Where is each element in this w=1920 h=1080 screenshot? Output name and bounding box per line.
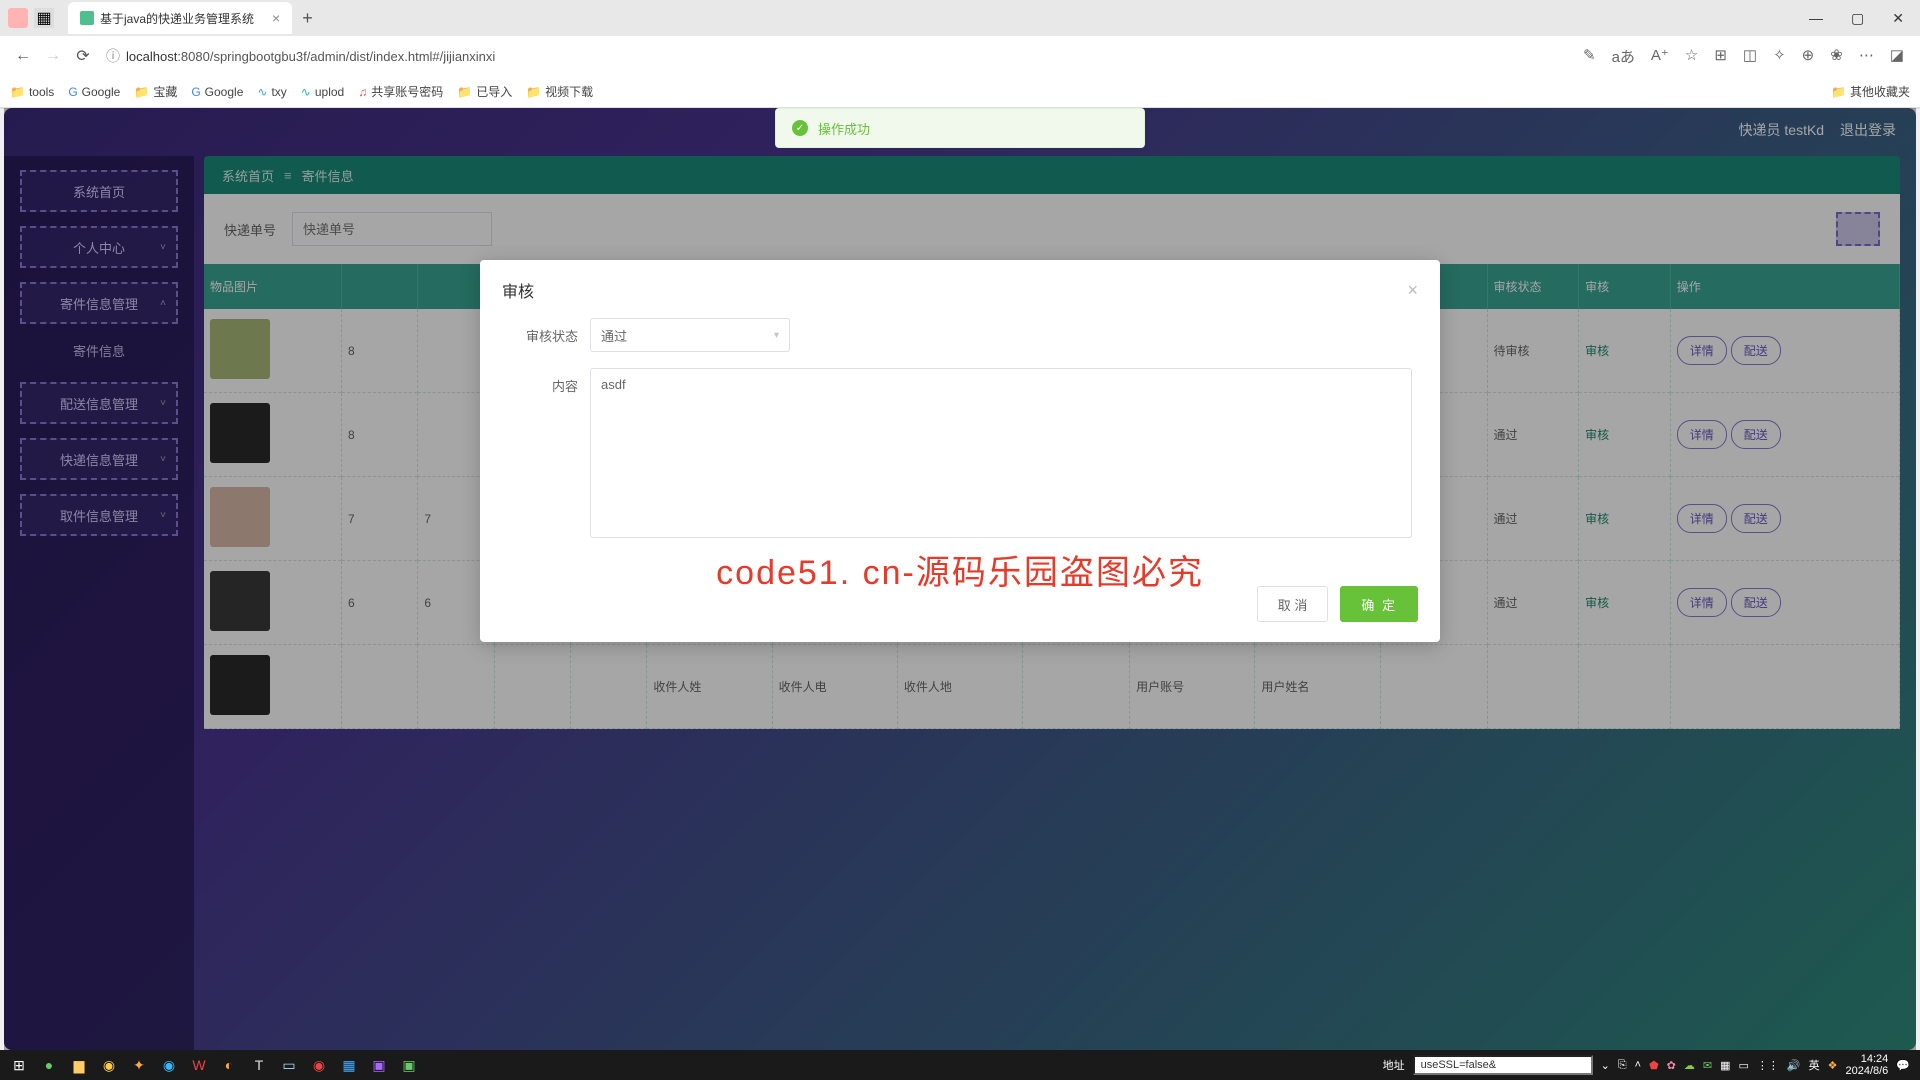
nav-reload-icon[interactable]: ⟳ <box>68 46 98 66</box>
profile-icon[interactable]: ❀ <box>1830 46 1843 67</box>
nav-back-icon[interactable]: ← <box>8 47 38 65</box>
close-tab-icon[interactable]: × <box>272 10 280 26</box>
ime-icon[interactable]: ❖ <box>1828 1059 1838 1072</box>
site-info-icon[interactable]: ⓘ <box>106 46 120 66</box>
close-icon[interactable]: × <box>1407 280 1418 301</box>
audit-modal: 审核 × 审核状态 通过 ▾ 内容 取 消 确 定 <box>480 260 1440 642</box>
tray-icon[interactable]: ✿ <box>1667 1059 1676 1072</box>
audit-content-textarea[interactable] <box>590 368 1412 538</box>
bookmark-other-folder[interactable]: 📁其他收藏夹 <box>1831 83 1910 100</box>
tray-icon[interactable]: ✉ <box>1703 1059 1712 1072</box>
cancel-button[interactable]: 取 消 <box>1257 586 1329 622</box>
favorite-icon[interactable]: ☆ <box>1685 46 1698 67</box>
read-aloud-icon[interactable]: A⁺ <box>1651 46 1669 67</box>
taskbar-app-icon[interactable]: ● <box>34 1052 64 1078</box>
check-circle-icon: ✓ <box>792 120 808 136</box>
taskbar-app-icon[interactable]: T <box>244 1052 274 1078</box>
chrome-icon[interactable]: ◉ <box>94 1052 124 1078</box>
bookmark-item[interactable]: 📁视频下载 <box>526 83 593 100</box>
address-bar: ← → ⟳ ⓘ localhost:8080/springbootgbu3f/a… <box>0 36 1920 76</box>
taskbar-app-icon[interactable]: ▭ <box>274 1052 304 1078</box>
bookmark-item[interactable]: 📁宝藏 <box>134 83 177 100</box>
notifications-icon[interactable]: 💬 <box>1896 1059 1910 1072</box>
edge-icon[interactable]: ◉ <box>154 1052 184 1078</box>
taskbar-dropdown-icon[interactable]: ⌄ <box>1601 1059 1610 1072</box>
taskbar-addr-input[interactable] <box>1413 1055 1593 1075</box>
taskbar-addr-label: 地址 <box>1383 1057 1405 1073</box>
wifi-icon[interactable]: ⋮⋮ <box>1757 1059 1779 1072</box>
more-icon[interactable]: ⋯ <box>1859 46 1874 67</box>
file-explorer-icon[interactable]: ▆ <box>64 1052 94 1078</box>
taskbar-copy-icon[interactable]: ⎘ <box>1618 1059 1627 1072</box>
collections-icon[interactable]: ✧ <box>1773 46 1786 67</box>
downloads-icon[interactable]: ⊕ <box>1802 46 1815 67</box>
windows-taskbar: ⊞ ● ▆ ◉ ✦ ◉ W ◐ T ▭ ◉ ▦ ▣ ▣ 地址 ⌄ ⎘ ˄ ⬟ ✿… <box>0 1050 1920 1080</box>
chevron-down-icon: ▾ <box>774 330 779 341</box>
volume-icon[interactable]: 🔊 <box>1787 1059 1801 1072</box>
tab-overview-icon[interactable]: ▦ <box>34 8 54 28</box>
taskbar-app-icon[interactable]: ▣ <box>394 1052 424 1078</box>
tray-icon[interactable]: ▦ <box>1720 1059 1730 1072</box>
profile-avatar-icon[interactable] <box>8 8 28 28</box>
taskbar-app-icon[interactable]: ◐ <box>214 1052 244 1078</box>
tab-title: 基于java的快递业务管理系统 <box>100 10 254 27</box>
ime-indicator[interactable]: 英 <box>1809 1057 1820 1073</box>
sidebar-toggle-icon[interactable]: ◪ <box>1890 46 1904 67</box>
confirm-button[interactable]: 确 定 <box>1340 586 1418 622</box>
edit-icon[interactable]: ✎ <box>1583 46 1596 67</box>
bookmark-item[interactable]: ∿uplod <box>301 85 344 99</box>
taskbar-app-icon[interactable]: W <box>184 1052 214 1078</box>
vue-logo-icon <box>80 11 94 25</box>
taskbar-app-icon[interactable]: ◉ <box>304 1052 334 1078</box>
content-label: 内容 <box>508 368 578 395</box>
split-screen-icon[interactable]: ◫ <box>1743 46 1757 67</box>
new-tab-button[interactable]: + <box>302 8 313 29</box>
translate-icon[interactable]: aあ <box>1612 46 1635 67</box>
tray-icon[interactable]: ▭ <box>1738 1059 1748 1072</box>
window-close-icon[interactable]: ✕ <box>1892 10 1904 27</box>
tray-chevron-icon[interactable]: ˄ <box>1635 1059 1641 1071</box>
window-minimize-icon[interactable]: — <box>1809 10 1823 27</box>
bookmark-item[interactable]: GGoogle <box>191 85 243 99</box>
taskbar-app-icon[interactable]: ▣ <box>364 1052 394 1078</box>
extensions-icon[interactable]: ⊞ <box>1714 46 1727 67</box>
bookmark-bar: 📁tools GGoogle 📁宝藏 GGoogle ∿txy ∿uplod ♫… <box>0 76 1920 108</box>
bookmark-item[interactable]: 📁tools <box>10 85 54 99</box>
start-button[interactable]: ⊞ <box>4 1052 34 1078</box>
toast-text: 操作成功 <box>818 119 870 138</box>
modal-title: 审核 <box>502 278 534 302</box>
status-label: 审核状态 <box>508 318 578 345</box>
success-toast: ✓ 操作成功 <box>775 108 1145 148</box>
window-maximize-icon[interactable]: ▢ <box>1851 10 1864 27</box>
url-input[interactable]: ⓘ localhost:8080/springbootgbu3f/admin/d… <box>106 41 1575 71</box>
taskbar-app-icon[interactable]: ✦ <box>124 1052 154 1078</box>
taskbar-clock[interactable]: 14:242024/8/6 <box>1845 1053 1888 1077</box>
bookmark-item[interactable]: ♫共享账号密码 <box>358 83 443 100</box>
tray-icon[interactable]: ☁ <box>1684 1059 1695 1072</box>
browser-tab[interactable]: 基于java的快递业务管理系统 × <box>68 2 292 34</box>
taskbar-app-icon[interactable]: ▦ <box>334 1052 364 1078</box>
browser-tab-bar: ▦ 基于java的快递业务管理系统 × + — ▢ ✕ <box>0 0 1920 36</box>
bookmark-item[interactable]: GGoogle <box>68 85 120 99</box>
tray-icon[interactable]: ⬟ <box>1649 1059 1659 1072</box>
bookmark-item[interactable]: ∿txy <box>257 85 286 99</box>
audit-status-select[interactable]: 通过 ▾ <box>590 318 790 352</box>
nav-forward-icon: → <box>38 47 68 65</box>
bookmark-item[interactable]: 📁已导入 <box>457 83 512 100</box>
